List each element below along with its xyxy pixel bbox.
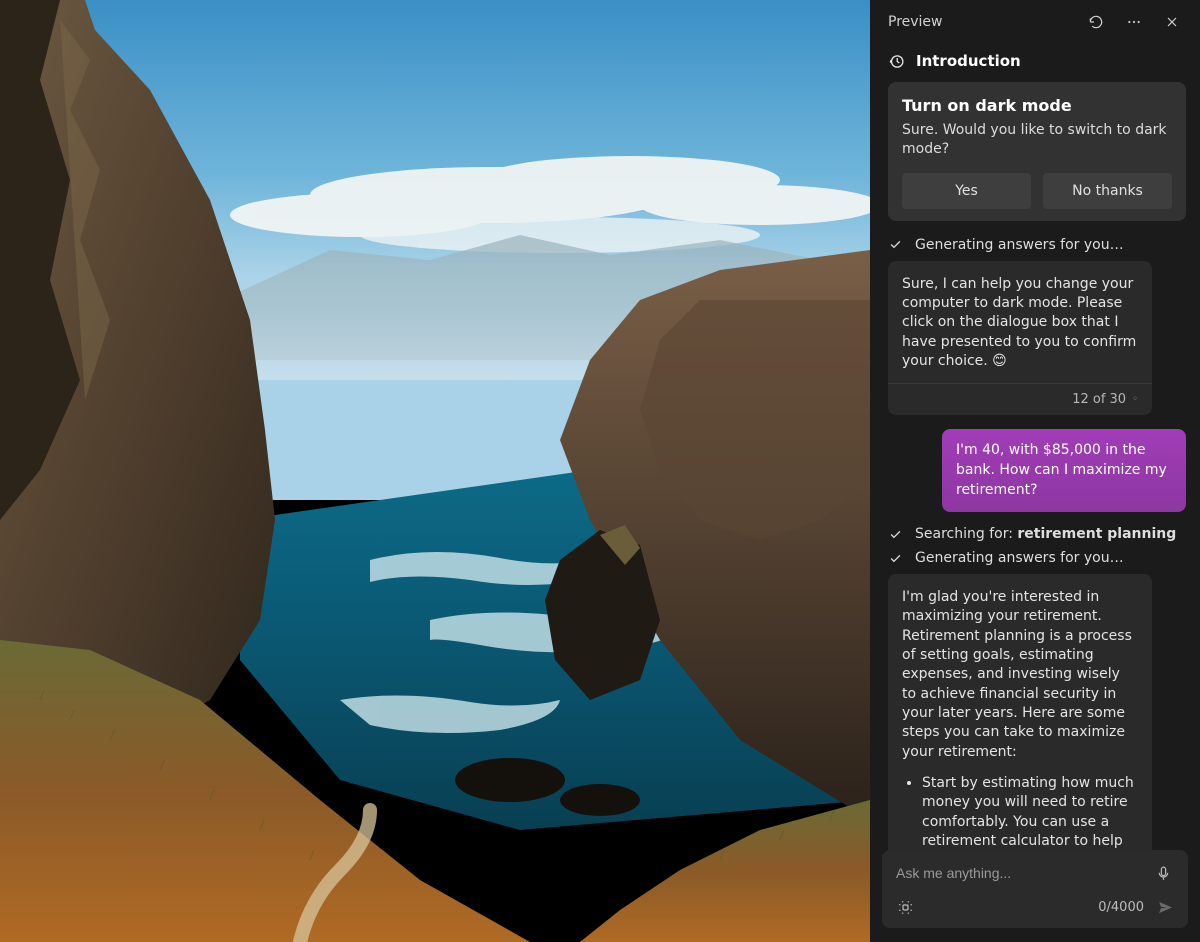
search-term: retirement planning [1017,526,1176,542]
dark-mode-title: Turn on dark mode [902,96,1172,115]
char-counter: 0/4000 [1098,900,1144,915]
send-icon [1157,899,1174,916]
desktop-wallpaper [0,0,870,942]
check-icon [888,237,903,252]
status-generating-2-text: Generating answers for you… [915,550,1124,566]
yes-button[interactable]: Yes [902,173,1031,209]
close-button[interactable] [1158,8,1186,36]
status-searching: Searching for: retirement planning [888,526,1186,542]
more-button[interactable] [1120,8,1148,36]
search-prefix: Searching for: [915,526,1017,542]
copilot-panel: Preview Introduction Turn on dark mode S… [870,0,1200,942]
image-search-icon [897,899,914,916]
mic-button[interactable] [1148,858,1178,888]
bot-message-2: I'm glad you're interested in maximizing… [888,574,1152,850]
turn-counter: 12 of 30 [1072,392,1126,407]
status-generating-2: Generating answers for you… [888,550,1186,566]
conversation-scroll[interactable]: Introduction Turn on dark mode Sure. Wou… [870,44,1200,850]
turn-counter-row: 12 of 30 ◦ [888,383,1152,415]
dark-mode-body: Sure. Would you like to switch to dark m… [902,121,1172,159]
close-icon [1164,14,1180,30]
refresh-icon [1088,14,1104,30]
status-generating-1: Generating answers for you… [888,237,1186,253]
chat-input[interactable] [896,856,1148,890]
counter-dot-icon: ◦ [1132,394,1138,405]
bot-message-2-intro: I'm glad you're interested in maximizing… [902,588,1138,762]
user-message: I'm 40, with $85,000 in the bank. How ca… [942,429,1186,512]
status-searching-text: Searching for: retirement planning [915,526,1176,542]
refresh-button[interactable] [1082,8,1110,36]
bot-message-2-list: Start by estimating how much money you w… [902,774,1138,850]
history-icon [888,53,905,70]
check-icon [888,527,903,542]
bot-message-1: Sure, I can help you change your compute… [888,261,1152,416]
panel-header: Preview [870,0,1200,44]
panel-title: Preview [888,14,1072,30]
status-generating-1-text: Generating answers for you… [915,237,1124,253]
dark-mode-card: Turn on dark mode Sure. Would you like t… [888,82,1186,221]
send-button[interactable] [1150,892,1180,922]
check-icon [888,551,903,566]
introduction-header: Introduction [888,52,1186,70]
input-area: 0/4000 [870,850,1200,942]
image-search-button[interactable] [890,892,920,922]
list-item: Start by estimating how much money you w… [922,774,1138,850]
input-box: 0/4000 [882,850,1188,928]
more-icon [1126,14,1142,30]
no-thanks-button[interactable]: No thanks [1043,173,1172,209]
introduction-label: Introduction [916,52,1021,70]
bot-message-1-text: Sure, I can help you change your compute… [902,275,1138,372]
mic-icon [1155,865,1172,882]
